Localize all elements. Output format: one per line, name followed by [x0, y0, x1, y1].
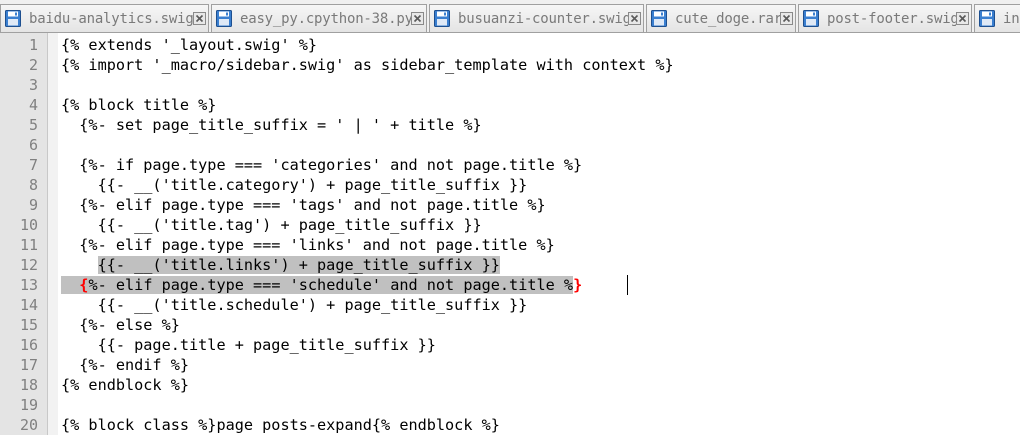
code-text[interactable]: {%- endif %}	[61, 355, 189, 375]
code-line[interactable]: 5 {%- set page_title_suffix = ' | ' + ti…	[0, 115, 1020, 135]
code-text[interactable]: {% extends '_layout.swig' %}	[61, 35, 317, 55]
save-disk-icon	[5, 10, 21, 27]
tab-label: easy_py.cpython-38.pyc	[240, 10, 411, 27]
line-number: 4	[28, 96, 38, 114]
tab-label: cute_doge.rar	[675, 10, 780, 27]
code-editor[interactable]: 1 {% extends '_layout.swig' %} 2 {% impo…	[0, 33, 1020, 435]
tab-index[interactable]: index.swig	[974, 4, 1020, 32]
selection-highlight[interactable]: {{- __('title.links') + page_title_suffi…	[97, 256, 500, 274]
line-number: 10	[19, 216, 38, 234]
tab-cute-doge[interactable]: cute_doge.rar	[646, 4, 796, 32]
editor-window: baidu-analytics.swig easy_py.cpython-38.…	[0, 0, 1020, 435]
save-disk-icon	[434, 10, 450, 27]
close-icon[interactable]	[628, 12, 641, 25]
line-number: 3	[28, 76, 38, 94]
save-disk-icon	[803, 10, 819, 27]
line-number: 11	[19, 236, 38, 254]
tab-baidu-analytics[interactable]: baidu-analytics.swig	[0, 4, 209, 32]
save-disk-icon	[216, 10, 232, 27]
code-line[interactable]: 9 {%- elif page.type === 'tags' and not …	[0, 195, 1020, 215]
line-number: 1	[28, 36, 38, 54]
code-line[interactable]: 7 {%- if page.type === 'categories' and …	[0, 155, 1020, 175]
line-number: 8	[28, 176, 38, 194]
code-line[interactable]: 17 {%- endif %}	[0, 355, 1020, 375]
close-icon[interactable]	[411, 12, 424, 25]
line-number: 5	[28, 116, 38, 134]
code-line[interactable]: 18 {% endblock %}	[0, 375, 1020, 395]
tab-label: index.swig	[1003, 10, 1020, 27]
line-number: 12	[19, 256, 38, 274]
code-line[interactable]: 16 {{- page.title + page_title_suffix }}	[0, 335, 1020, 355]
code-text[interactable]: {% block class %}page posts-expand{% end…	[61, 415, 500, 435]
code-line[interactable]: 2 {% import '_macro/sidebar.swig' as sid…	[0, 55, 1020, 75]
code-text[interactable]: {%- set page_title_suffix = ' | ' + titl…	[61, 115, 481, 135]
code-text[interactable]: {%- if page.type === 'categories' and no…	[61, 155, 582, 175]
code-line[interactable]: 20 {% block class %}page posts-expand{% …	[0, 415, 1020, 435]
line-number: 14	[19, 296, 38, 314]
code-line[interactable]: 8 {{- __('title.category') + page_title_…	[0, 175, 1020, 195]
code-text[interactable]: {% endblock %}	[61, 375, 189, 395]
line-number: 9	[28, 196, 38, 214]
close-icon[interactable]	[780, 12, 793, 25]
tab-bar: baidu-analytics.swig easy_py.cpython-38.…	[0, 0, 1020, 33]
tab-label: busuanzi-counter.swig	[458, 10, 628, 27]
brace-match-close: }	[573, 276, 583, 294]
code-line[interactable]: 19	[0, 395, 1020, 415]
tab-label: baidu-analytics.swig	[29, 10, 193, 27]
line-number: 15	[19, 316, 38, 334]
code-line[interactable]: 14 {{- __('title.schedule') + page_title…	[0, 295, 1020, 315]
code-line[interactable]: 10 {{- __('title.tag') + page_title_suff…	[0, 215, 1020, 235]
code-text[interactable]: {{- __('title.tag') + page_title_suffix …	[61, 215, 482, 235]
tab-label: post-footer.swig	[827, 10, 956, 27]
code-text[interactable]: {{- __('title.links') + page_title_suffi…	[61, 255, 500, 275]
tab-busuanzi-counter[interactable]: busuanzi-counter.swig	[429, 4, 644, 32]
line-number: 17	[19, 356, 38, 374]
line-number: 20	[19, 416, 38, 434]
line-number: 6	[28, 136, 38, 154]
code-line[interactable]: 1 {% extends '_layout.swig' %}	[0, 35, 1020, 55]
line-number: 18	[19, 376, 38, 394]
selected-text: %- elif page.type === 'schedule' and not…	[88, 276, 574, 294]
code-text[interactable]: {% import '_macro/sidebar.swig' as sideb…	[61, 55, 674, 75]
close-icon[interactable]	[193, 12, 206, 25]
save-disk-icon	[979, 10, 995, 27]
tab-easy-py[interactable]: easy_py.cpython-38.pyc	[211, 4, 427, 32]
close-icon[interactable]	[956, 12, 969, 25]
code-line-current[interactable]: 13 {%- elif page.type === 'schedule' and…	[0, 275, 1020, 295]
line-number: 7	[28, 156, 38, 174]
line-number: 13	[19, 276, 38, 294]
code-line[interactable]: 3	[0, 75, 1020, 95]
code-text[interactable]: {%- elif page.type === 'links' and not p…	[61, 235, 554, 255]
code-text[interactable]: {%- else %}	[61, 315, 180, 335]
line-number: 16	[19, 336, 38, 354]
code-text[interactable]: {%- elif page.type === 'schedule' and no…	[61, 275, 582, 295]
code-line-selected[interactable]: 12 {{- __('title.links') + page_title_su…	[0, 255, 1020, 275]
code-line[interactable]: 4 {% block title %}	[0, 95, 1020, 115]
code-text[interactable]: {{- __('title.schedule') + page_title_su…	[61, 295, 528, 315]
text-caret	[627, 275, 628, 295]
code-text[interactable]: {{- page.title + page_title_suffix }}	[61, 335, 436, 355]
save-disk-icon	[651, 10, 667, 27]
code-text[interactable]: {% block title %}	[61, 95, 216, 115]
line-number: 19	[19, 396, 38, 414]
code-text[interactable]: {%- elif page.type === 'tags' and not pa…	[61, 195, 545, 215]
code-line[interactable]: 11 {%- elif page.type === 'links' and no…	[0, 235, 1020, 255]
selection-highlight[interactable]: {%- elif page.type === 'schedule' and no…	[61, 276, 574, 294]
code-text[interactable]: {{- __('title.category') + page_title_su…	[61, 175, 528, 195]
tab-post-footer[interactable]: post-footer.swig	[798, 4, 972, 32]
code-line[interactable]: 6	[0, 135, 1020, 155]
line-number: 2	[28, 56, 38, 74]
code-line[interactable]: 15 {%- else %}	[0, 315, 1020, 335]
